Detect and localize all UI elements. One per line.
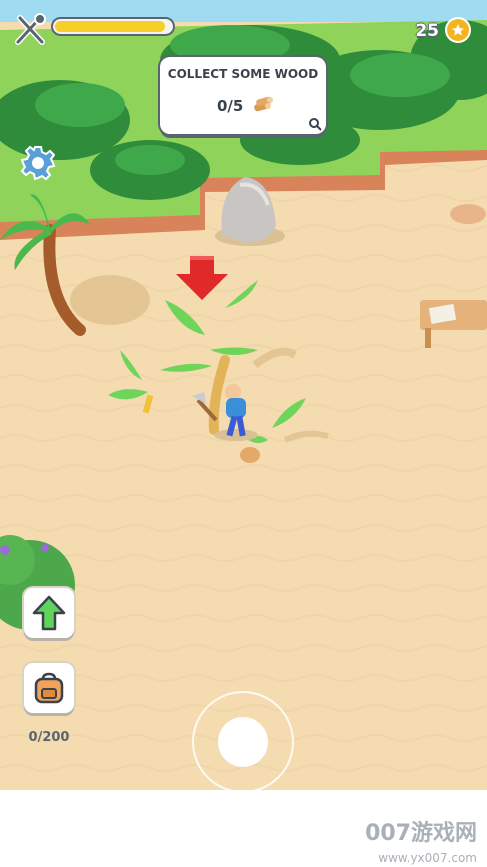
quest-card[interactable]: COLLECT SOME WOOD 0/5 <box>160 57 326 134</box>
wood-logs-icon <box>254 96 273 112</box>
joystick-knob[interactable] <box>218 717 268 767</box>
quest-title: COLLECT SOME WOOD <box>167 67 319 81</box>
quest-progress: 0/5 <box>217 97 244 115</box>
backpack-capacity: 0/200 <box>28 730 70 745</box>
backpack-icon <box>34 672 64 704</box>
crossed-tools-icon[interactable] <box>10 10 50 50</box>
upgrade-button[interactable] <box>24 588 74 638</box>
backpack-button[interactable] <box>24 663 74 713</box>
settings-gear-icon[interactable] <box>20 145 56 181</box>
energy-bar <box>53 19 173 34</box>
energy-bar-fill <box>55 21 165 32</box>
coin-count: 25 <box>415 21 439 41</box>
game-scene[interactable]: 25 COLLECT SOME WOOD 0/5 0/200 <box>0 0 487 790</box>
target-arrow-icon <box>176 256 228 300</box>
upgrade-arrow-icon <box>32 595 66 631</box>
watermark-url: www.yx007.com <box>378 851 477 865</box>
coin-icon <box>447 19 469 41</box>
magnifier-icon[interactable] <box>308 117 322 131</box>
watermark-brand: 007游戏网 <box>365 821 477 846</box>
joystick-base[interactable] <box>192 691 294 790</box>
